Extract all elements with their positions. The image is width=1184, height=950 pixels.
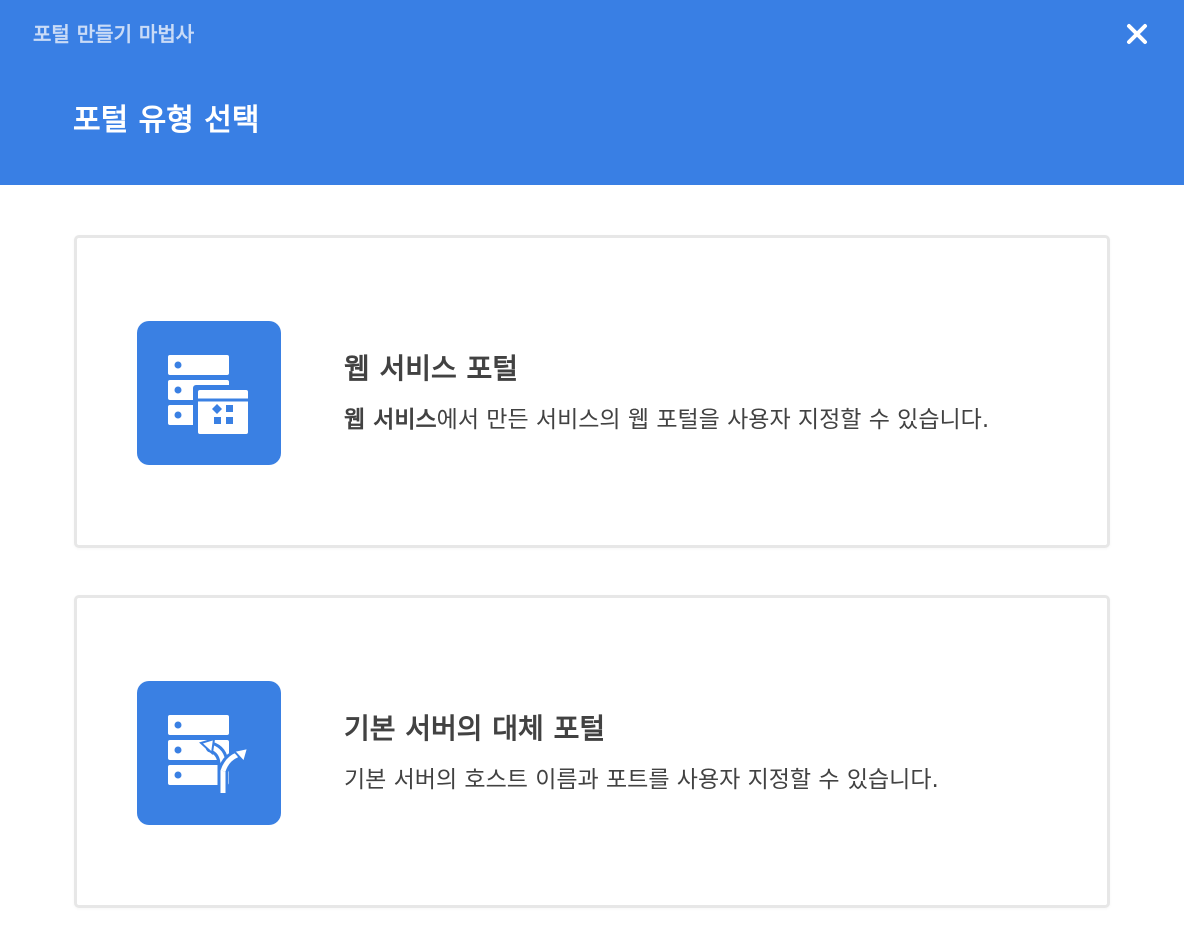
option-description-text: 에서 만든 서비스의 웹 포털을 사용자 지정할 수 있습니다. (436, 407, 990, 433)
option-description: 기본 서버의 호스트 이름과 포트를 사용자 지정할 수 있습니다. (344, 767, 939, 793)
option-description: 웹 서비스에서 만든 서비스의 웹 포털을 사용자 지정할 수 있습니다. (344, 404, 989, 436)
close-button[interactable] (1118, 15, 1156, 53)
option-card-web-service-portal[interactable]: 웹 서비스 포털 웹 서비스에서 만든 서비스의 웹 포털을 사용자 지정할 수… (74, 235, 1110, 548)
option-title: 기본 서버의 대체 포털 (344, 712, 606, 745)
close-icon (1127, 24, 1147, 44)
web-service-portal-icon (137, 321, 281, 465)
wizard-title: 포털 만들기 마법사 (33, 22, 195, 46)
fallback-portal-icon (137, 681, 281, 825)
page-title: 포털 유형 선택 (73, 103, 260, 138)
option-title: 웹 서비스 포털 (344, 352, 519, 385)
option-card-fallback-portal[interactable]: 기본 서버의 대체 포털 기본 서버의 호스트 이름과 포트를 사용자 지정할 … (74, 595, 1110, 908)
dialog-header: 포털 만들기 마법사 포털 유형 선택 (0, 0, 1184, 185)
option-description-bold: 웹 서비스 (344, 407, 437, 433)
